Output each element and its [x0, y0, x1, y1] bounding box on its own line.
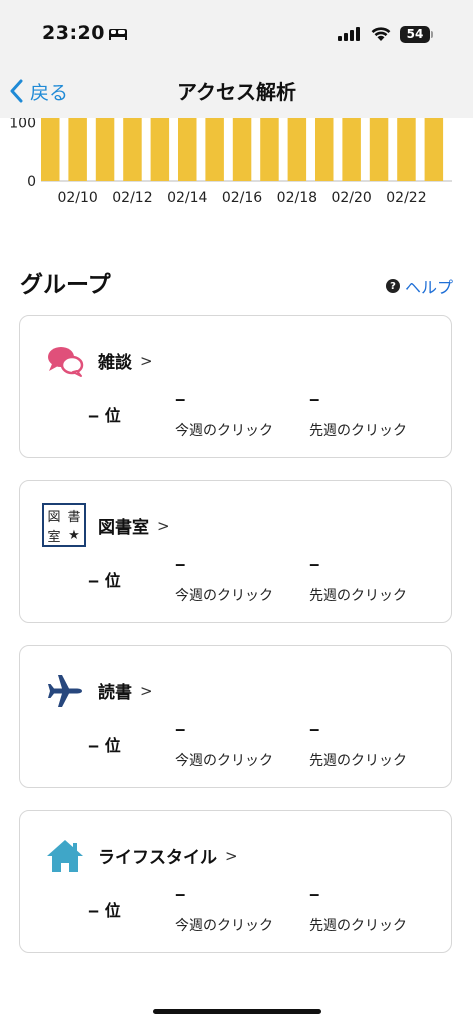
chevron-right-icon: > [140, 681, 153, 700]
group-card-reading[interactable]: 読書 > ‒ 位 ‒ 今週のクリック ‒ 先週のクリック [19, 645, 452, 788]
chart-bar [424, 118, 444, 181]
access-bar-chart: 0 100 02/10 02/12 02/14 02/16 02/18 02/20 02/22 [9, 118, 452, 206]
last-week-clicks-label: 先週のクリック [309, 588, 407, 604]
chart-bar [95, 118, 115, 181]
this-week-clicks-value: ‒ [175, 555, 186, 573]
y-tick-label: 100 [9, 118, 36, 131]
this-week-clicks-label: 今週のクリック [175, 588, 273, 604]
group-rank: ‒ 位 [88, 406, 121, 425]
battery-tip [431, 31, 433, 38]
help-link[interactable]: ? ヘルプ [386, 274, 453, 298]
group-card-chat[interactable]: 雑談 > ‒ 位 ‒ 今週のクリック ‒ 先週のクリック [19, 315, 452, 458]
this-week-clicks-label: 今週のクリック [175, 918, 273, 934]
this-week-clicks-value: ‒ [175, 390, 186, 408]
x-tick-label: 02/20 [331, 190, 371, 206]
chart-bar [150, 118, 170, 181]
x-tick-label: 02/14 [167, 190, 207, 206]
section-title: グループ [20, 272, 111, 298]
last-week-clicks-label: 先週のクリック [309, 423, 407, 439]
x-tick-label: 02/10 [57, 190, 97, 206]
last-week-clicks-label: 先週のクリック [309, 918, 407, 934]
last-week-clicks-value: ‒ [309, 390, 320, 408]
group-rank: ‒ 位 [88, 736, 121, 755]
x-tick-label: 02/18 [277, 190, 317, 206]
chart-bar [41, 118, 60, 181]
help-label: ヘルプ [405, 278, 454, 297]
group-rank: ‒ 位 [88, 901, 121, 920]
chevron-right-icon: > [157, 516, 170, 535]
x-tick-label: 02/12 [112, 190, 152, 206]
last-week-clicks-label: 先週のクリック [309, 753, 407, 769]
chart-bar [232, 118, 252, 181]
status-time: 23:20 [42, 22, 105, 44]
chart-bar [205, 118, 224, 181]
house-icon [47, 840, 83, 872]
group-name-text: 読書 [98, 683, 132, 703]
group-card-library[interactable]: 図 書 室 ★ 図書室 > ‒ 位 ‒ 今週のクリック ‒ 先週のクリック [19, 480, 452, 623]
group-name: 雑談 > [98, 348, 153, 374]
last-week-clicks-value: ‒ [309, 885, 320, 903]
sleep-bed-icon [109, 29, 127, 40]
status-bar: 23:20 54 [0, 0, 473, 62]
this-week-clicks-value: ‒ [175, 720, 186, 738]
airplane-icon [48, 675, 82, 707]
last-week-clicks-value: ‒ [309, 720, 320, 738]
chart-bar [178, 118, 197, 181]
y-tick-label: 0 [27, 174, 36, 190]
group-name-text: ライフスタイル [98, 848, 217, 868]
this-week-clicks-label: 今週のクリック [175, 423, 273, 439]
x-tick-label: 02/16 [222, 190, 262, 206]
library-icon-char: 室 [47, 529, 61, 545]
wifi-icon [371, 27, 391, 41]
star-icon: ★ [68, 527, 80, 543]
help-circle-icon: ? [386, 279, 400, 293]
chart-bar [397, 118, 416, 181]
page-title: アクセス解析 [177, 80, 296, 104]
chart-bar [68, 118, 87, 181]
chart-bar [342, 118, 361, 181]
group-name: ライフスタイル > [98, 843, 238, 869]
group-name: 読書 > [98, 678, 153, 704]
chart-bar [123, 118, 142, 181]
chevron-right-icon: > [140, 351, 153, 370]
battery-indicator: 54 [400, 26, 430, 43]
chat-bubbles-icon [48, 347, 84, 377]
chart-bar [260, 118, 279, 181]
group-card-lifestyle[interactable]: ライフスタイル > ‒ 位 ‒ 今週のクリック ‒ 先週のクリック [19, 810, 452, 953]
library-icon: 図 書 室 ★ [42, 503, 86, 547]
chart-bar [369, 118, 389, 181]
group-rank: ‒ 位 [88, 571, 121, 590]
group-name-text: 雑談 [98, 353, 132, 373]
last-week-clicks-value: ‒ [309, 555, 320, 573]
group-name: 図書室 > [98, 513, 170, 539]
this-week-clicks-value: ‒ [175, 885, 186, 903]
library-icon-char: 書 [67, 509, 81, 525]
library-icon-char: 図 [47, 509, 61, 525]
home-indicator[interactable] [153, 1009, 321, 1014]
x-tick-label: 02/22 [386, 190, 426, 206]
chart-bar [315, 118, 334, 181]
chart-bar [287, 118, 307, 181]
group-name-text: 図書室 [98, 518, 149, 538]
this-week-clicks-label: 今週のクリック [175, 753, 273, 769]
cellular-signal-icon [338, 27, 360, 41]
chevron-right-icon: > [225, 846, 238, 865]
